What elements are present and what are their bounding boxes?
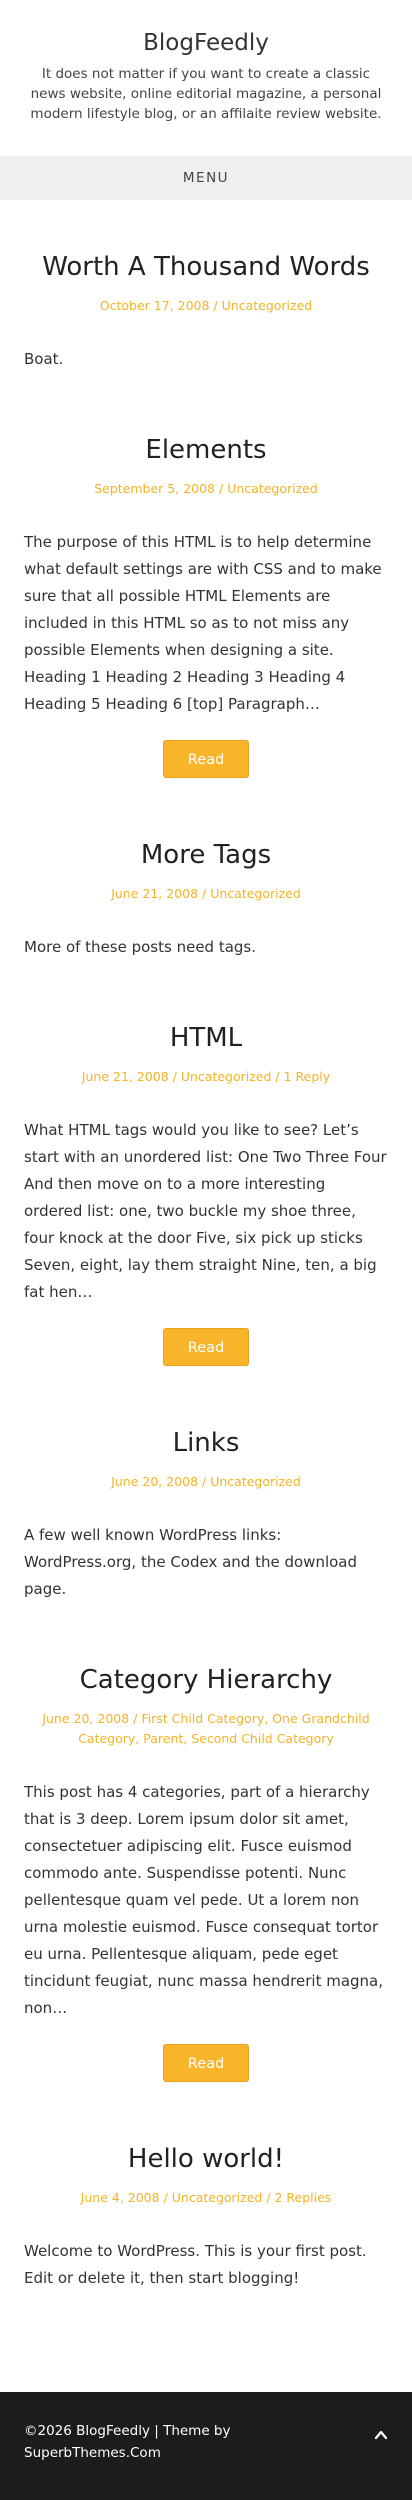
post-excerpt: This post has 4 categories, part of a hi… <box>24 1783 384 2017</box>
post-date[interactable]: June 21, 2008 <box>82 1069 169 1084</box>
post-category[interactable]: Uncategorized <box>181 1069 272 1084</box>
post-meta: June 21, 2008 / Uncategorized <box>24 884 388 904</box>
site-title[interactable]: BlogFeedly <box>143 30 269 56</box>
meta-separator: / <box>213 298 222 313</box>
meta-separator: / <box>219 481 228 496</box>
post: HTML June 21, 2008 / Uncategorized / 1 R… <box>24 961 388 1366</box>
post-title[interactable]: Hello world! <box>24 2142 388 2176</box>
meta-separator: / <box>266 2190 275 2205</box>
meta-separator: / <box>172 1069 181 1084</box>
post: Worth A Thousand Words October 17, 2008 … <box>24 200 388 373</box>
post: More Tags June 21, 2008 / Uncategorized … <box>24 778 388 961</box>
post-excerpt: The purpose of this HTML is to help dete… <box>24 533 382 713</box>
post-title[interactable]: Category Hierarchy <box>24 1663 388 1697</box>
post-date[interactable]: June 20, 2008 <box>42 1711 129 1726</box>
post-excerpt: Boat. <box>24 350 64 368</box>
site-footer: ©2026 BlogFeedly | Theme by SuperbThemes… <box>0 2392 412 2500</box>
read-button[interactable]: Read <box>163 2044 249 2082</box>
post-comments-link[interactable]: 2 Replies <box>275 2190 332 2205</box>
post-date[interactable]: June 21, 2008 <box>111 886 198 901</box>
read-button[interactable]: Read <box>163 740 249 778</box>
post-meta: September 5, 2008 / Uncategorized <box>24 479 388 499</box>
post-meta: June 20, 2008 / Uncategorized <box>24 1472 388 1492</box>
post-title[interactable]: HTML <box>24 1021 388 1055</box>
post-meta: June 4, 2008 / Uncategorized / 2 Replies <box>24 2188 388 2208</box>
back-to-top-icon[interactable] <box>374 2428 388 2442</box>
post-title[interactable]: Links <box>24 1426 388 1460</box>
post-excerpt: What HTML tags would you like to see? Le… <box>24 1121 387 1301</box>
post-excerpt: A few well known WordPress links: WordPr… <box>24 1526 358 1598</box>
footer-copyright: ©2026 BlogFeedly | Theme by SuperbThemes… <box>24 2423 231 2461</box>
post-meta: June 21, 2008 / Uncategorized / 1 Reply <box>24 1067 388 1087</box>
post: Category Hierarchy June 20, 2008 / First… <box>24 1603 388 2082</box>
post-category[interactable]: Uncategorized <box>172 2190 263 2205</box>
post-date[interactable]: September 5, 2008 <box>94 481 215 496</box>
read-wrap: Read <box>24 740 388 778</box>
menu-toggle[interactable]: MENU <box>0 156 412 200</box>
post-excerpt: Welcome to WordPress. This is your first… <box>24 2242 367 2287</box>
post-date[interactable]: October 17, 2008 <box>100 298 210 313</box>
post-category[interactable]: Uncategorized <box>210 886 301 901</box>
post-meta: June 20, 2008 / First Child Category, On… <box>24 1709 388 1749</box>
meta-separator: / <box>202 1474 211 1489</box>
site-header: BlogFeedly It does not matter if you wan… <box>0 0 412 156</box>
meta-separator: / <box>202 886 211 901</box>
read-wrap: Read <box>24 1328 388 1366</box>
post-category[interactable]: Parent <box>143 1731 183 1746</box>
post-category[interactable]: Second Child Category <box>191 1731 334 1746</box>
post-meta: October 17, 2008 / Uncategorized <box>24 296 388 316</box>
post: Links June 20, 2008 / Uncategorized A fe… <box>24 1366 388 1603</box>
meta-separator: / <box>275 1069 284 1084</box>
site-description: It does not matter if you want to create… <box>30 66 382 122</box>
post-title[interactable]: Elements <box>24 433 388 467</box>
post-title[interactable]: Worth A Thousand Words <box>24 250 388 284</box>
post-excerpt: More of these posts need tags. <box>24 938 257 956</box>
post-comments-link[interactable]: 1 Reply <box>284 1069 331 1084</box>
post: Hello world! June 4, 2008 / Uncategorize… <box>24 2082 388 2292</box>
post-category[interactable]: Uncategorized <box>222 298 313 313</box>
read-button[interactable]: Read <box>163 1328 249 1366</box>
post-list: Worth A Thousand Words October 17, 2008 … <box>0 200 412 2392</box>
category-comma: , <box>264 1711 273 1726</box>
post-date[interactable]: June 20, 2008 <box>111 1474 198 1489</box>
read-wrap: Read <box>24 2044 388 2082</box>
post-title[interactable]: More Tags <box>24 838 388 872</box>
content-bottom-spacer <box>24 2292 388 2392</box>
post-category[interactable]: Uncategorized <box>210 1474 301 1489</box>
post-category[interactable]: First Child Category <box>141 1711 264 1726</box>
post-category[interactable]: Uncategorized <box>227 481 318 496</box>
post-date[interactable]: June 4, 2008 <box>81 2190 160 2205</box>
meta-separator: / <box>163 2190 172 2205</box>
post: Elements September 5, 2008 / Uncategoriz… <box>24 373 388 778</box>
